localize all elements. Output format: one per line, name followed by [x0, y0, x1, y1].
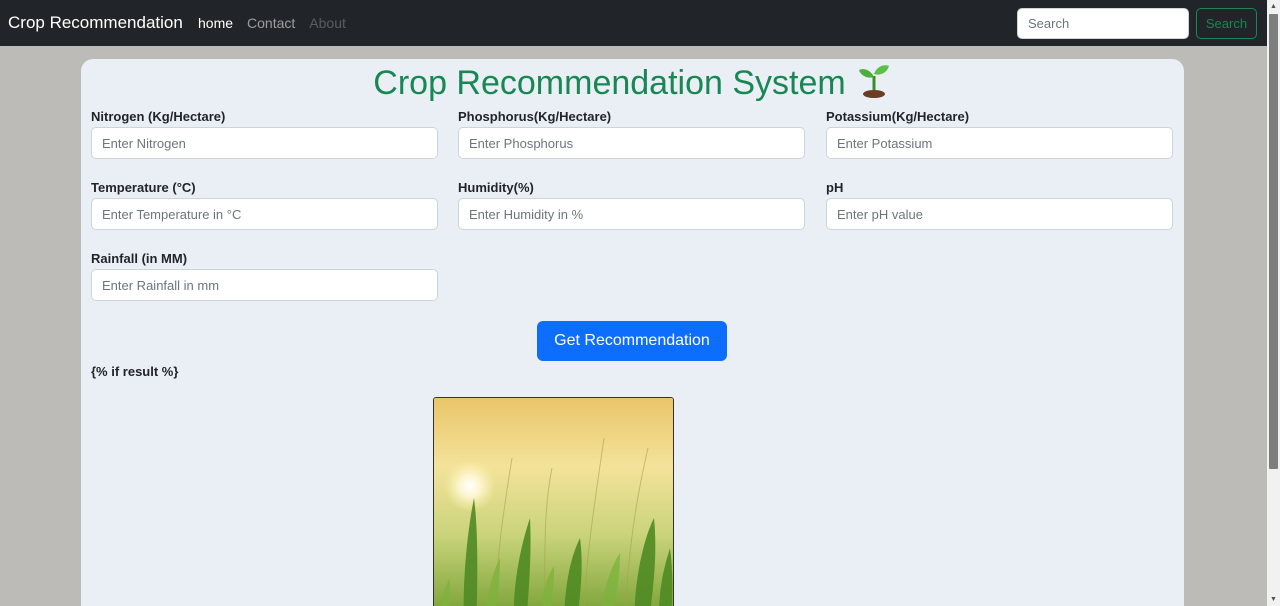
navbar-brand[interactable]: Crop Recommendation — [8, 12, 183, 34]
potassium-field-group: Potassium(Kg/Hectare) — [826, 109, 1173, 159]
nav-link-home[interactable]: home — [198, 15, 233, 32]
seedling-icon — [856, 62, 892, 109]
temperature-field-group: Temperature (°C) — [91, 180, 438, 230]
temperature-input[interactable] — [91, 198, 438, 230]
humidity-field-group: Humidity(%) — [458, 180, 805, 230]
nav-link-contact[interactable]: Contact — [247, 15, 295, 32]
phosphorus-field-group: Phosphorus(Kg/Hectare) — [458, 109, 805, 159]
crop-field-image — [433, 397, 674, 606]
scroll-up-arrow-icon[interactable]: ▲ — [1267, 0, 1280, 13]
rainfall-input[interactable] — [91, 269, 438, 301]
search-input[interactable] — [1017, 8, 1189, 39]
nitrogen-input[interactable] — [91, 127, 438, 159]
ph-input[interactable] — [826, 198, 1173, 230]
ph-field-group: pH — [826, 180, 1173, 230]
phosphorus-input[interactable] — [458, 127, 805, 159]
ph-label: pH — [826, 180, 844, 195]
result-template-text: {% if result %} — [91, 364, 179, 379]
nitrogen-field-group: Nitrogen (Kg/Hectare) — [91, 109, 438, 159]
nitrogen-label: Nitrogen (Kg/Hectare) — [91, 109, 226, 124]
phosphorus-label: Phosphorus(Kg/Hectare) — [458, 109, 612, 124]
temperature-label: Temperature (°C) — [91, 180, 196, 195]
scrollbar-thumb[interactable] — [1269, 14, 1278, 469]
rainfall-field-group: Rainfall (in MM) — [91, 251, 438, 301]
nav-links: home Contact About — [198, 15, 360, 32]
scrollbar[interactable]: ▲ ▼ — [1267, 0, 1280, 606]
recommendation-form-card: Crop Recommendation System Nitrogen (Kg/… — [81, 59, 1184, 606]
scroll-down-arrow-icon[interactable]: ▼ — [1267, 593, 1280, 606]
page-title: Crop Recommendation System — [81, 61, 1184, 109]
rainfall-label: Rainfall (in MM) — [91, 251, 188, 266]
page-title-text: Crop Recommendation System — [373, 64, 846, 102]
humidity-input[interactable] — [458, 198, 805, 230]
potassium-label: Potassium(Kg/Hectare) — [826, 109, 970, 124]
navbar: Crop Recommendation home Contact About S… — [0, 0, 1267, 46]
nav-link-about: About — [309, 15, 346, 31]
search-button[interactable]: Search — [1196, 8, 1257, 39]
get-recommendation-button[interactable]: Get Recommendation — [537, 321, 727, 361]
humidity-label: Humidity(%) — [458, 180, 534, 195]
potassium-input[interactable] — [826, 127, 1173, 159]
